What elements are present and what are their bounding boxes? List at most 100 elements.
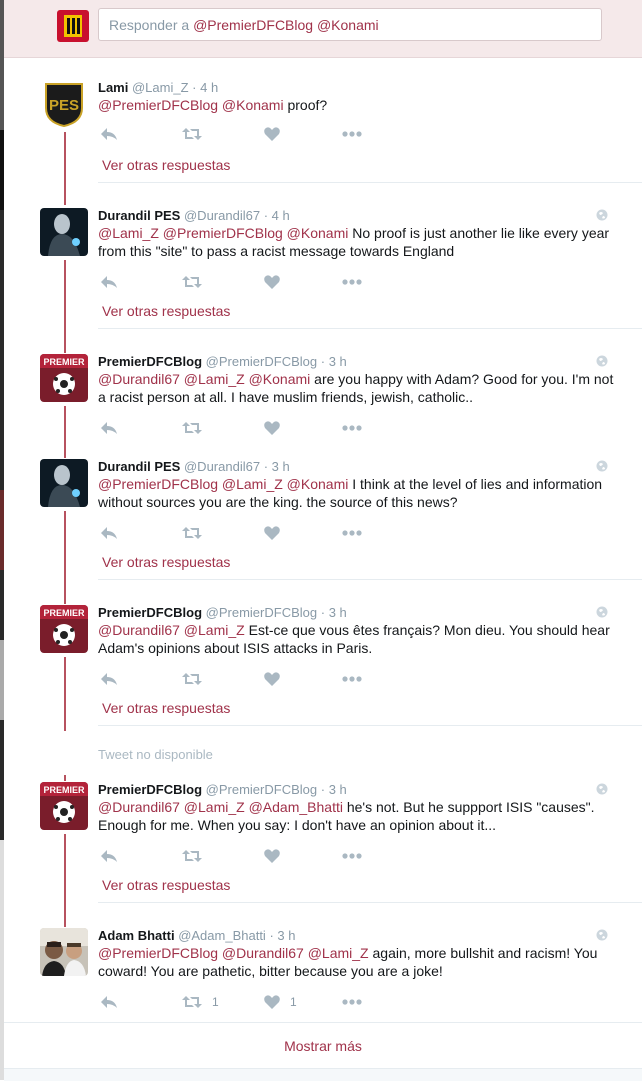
retweet-icon[interactable] [182, 670, 212, 688]
tweet[interactable]: Durandil PES @Durandil67 · 3 h @PremierD… [4, 459, 642, 585]
timestamp[interactable]: 3 h [277, 928, 295, 943]
view-more-replies-link[interactable]: Ver otras respuestas [102, 554, 230, 570]
author-name[interactable]: PremierDFCBlog [98, 605, 202, 620]
globe-icon [596, 605, 608, 618]
timestamp[interactable]: 4 h [272, 208, 290, 223]
avatar[interactable]: PREMIER [40, 354, 88, 402]
author-handle[interactable]: @Lami_Z [132, 80, 189, 95]
show-more-button[interactable]: Mostrar más [4, 1022, 642, 1069]
retweet-count: 1 [212, 995, 219, 1009]
view-more-replies-link[interactable]: Ver otras respuestas [102, 700, 230, 716]
svg-text:PES: PES [49, 97, 79, 114]
reply-input[interactable]: Responder a @PremierDFCBlog @Konami [98, 8, 602, 41]
divider [98, 902, 642, 903]
author-handle[interactable]: @PremierDFCBlog [206, 605, 317, 620]
author-name[interactable]: Lami [98, 80, 128, 95]
view-more-replies-link[interactable]: Ver otras respuestas [102, 303, 230, 319]
retweet-icon[interactable] [182, 273, 212, 291]
like-icon[interactable] [264, 273, 290, 291]
globe-icon [596, 208, 608, 221]
like-icon[interactable] [264, 524, 290, 542]
like-icon[interactable] [264, 847, 290, 865]
my-avatar [57, 10, 89, 42]
reply-icon[interactable] [100, 524, 118, 542]
mentions[interactable]: @PremierDFCBlog @Durandil67 @Lami_Z [98, 945, 369, 961]
mentions[interactable]: @PremierDFCBlog @Lami_Z @Konami [98, 476, 348, 492]
avatar[interactable]: PREMIER [40, 605, 88, 653]
tweet[interactable]: Adam Bhatti @Adam_Bhatti · 3 h @PremierD… [4, 928, 642, 1020]
tweet[interactable]: PREMIER PremierDFCBlog @PremierDFCBlog ·… [4, 354, 642, 444]
author-handle[interactable]: @Durandil67 [184, 459, 260, 474]
more-icon[interactable] [342, 125, 362, 143]
more-icon[interactable] [342, 419, 362, 437]
author-name[interactable]: Adam Bhatti [98, 928, 175, 943]
tweet-text: @PremierDFCBlog @Konami proof? [98, 96, 618, 114]
svg-text:PREMIER: PREMIER [43, 608, 85, 618]
more-icon[interactable] [342, 847, 362, 865]
tweet-text: @Durandil67 @Lami_Z @Konami are you happ… [98, 370, 618, 406]
divider [98, 579, 642, 580]
more-icon[interactable] [342, 670, 362, 688]
tweet[interactable]: PES Lami @Lami_Z · 4 h @PremierDFCBlog @… [4, 80, 642, 190]
mentions[interactable]: @Durandil67 @Lami_Z @Konami [98, 371, 310, 387]
tweet[interactable]: PREMIER PremierDFCBlog @PremierDFCBlog ·… [4, 782, 642, 908]
reply-icon[interactable] [100, 419, 118, 437]
timestamp[interactable]: 4 h [200, 80, 218, 95]
retweet-icon[interactable] [182, 524, 212, 542]
reply-icon[interactable] [100, 273, 118, 291]
author-name[interactable]: Durandil PES [98, 208, 180, 223]
tweet-actions: 1 1 [100, 993, 400, 1011]
mentions[interactable]: @PremierDFCBlog @Konami [98, 97, 284, 113]
tweet-text: @Lami_Z @PremierDFCBlog @Konami No proof… [98, 224, 618, 260]
tweet[interactable]: PREMIER PremierDFCBlog @PremierDFCBlog ·… [4, 605, 642, 731]
timestamp[interactable]: 3 h [329, 354, 347, 369]
view-more-replies-link[interactable]: Ver otras respuestas [102, 877, 230, 893]
timestamp[interactable]: 3 h [329, 605, 347, 620]
like-count: 1 [290, 995, 297, 1009]
tweet-text: @PremierDFCBlog @Durandil67 @Lami_Z agai… [98, 944, 618, 980]
timestamp[interactable]: 3 h [329, 782, 347, 797]
reply-icon[interactable] [100, 670, 118, 688]
author-handle[interactable]: @Durandil67 [184, 208, 260, 223]
tweet-text: @PremierDFCBlog @Lami_Z @Konami I think … [98, 475, 618, 511]
view-more-replies-link[interactable]: Ver otras respuestas [102, 157, 230, 173]
retweet-icon[interactable] [182, 125, 212, 143]
divider [98, 328, 642, 329]
avatar[interactable] [40, 459, 88, 507]
avatar[interactable] [40, 208, 88, 256]
reply-icon[interactable] [100, 125, 118, 143]
tweet-actions [100, 419, 400, 437]
tweet-actions [100, 273, 400, 291]
avatar[interactable]: PREMIER [40, 782, 88, 830]
mentions[interactable]: @Durandil67 @Lami_Z [98, 622, 245, 638]
more-icon[interactable] [342, 273, 362, 291]
tweet-actions [100, 670, 400, 688]
reply-icon[interactable] [100, 993, 118, 1011]
retweet-icon[interactable] [182, 419, 212, 437]
author-handle[interactable]: @Adam_Bhatti [178, 928, 266, 943]
like-icon[interactable]: 1 [264, 993, 297, 1011]
author-handle[interactable]: @PremierDFCBlog [206, 354, 317, 369]
more-icon[interactable] [342, 993, 362, 1011]
like-icon[interactable] [264, 125, 290, 143]
author-name[interactable]: PremierDFCBlog [98, 354, 202, 369]
bottom-edge [4, 1068, 642, 1081]
tweet[interactable]: Durandil PES @Durandil67 · 4 h @Lami_Z @… [4, 208, 642, 334]
author-handle[interactable]: @PremierDFCBlog [206, 782, 317, 797]
globe-icon [596, 782, 608, 795]
reply-icon[interactable] [100, 847, 118, 865]
like-icon[interactable] [264, 419, 290, 437]
avatar[interactable] [40, 928, 88, 976]
mentions[interactable]: @Lami_Z @PremierDFCBlog @Konami [98, 225, 348, 241]
mentions[interactable]: @Durandil67 @Lami_Z @Adam_Bhatti [98, 799, 343, 815]
author-name[interactable]: PremierDFCBlog [98, 782, 202, 797]
retweet-icon[interactable]: 1 [182, 993, 219, 1011]
tweet-text: @Durandil67 @Lami_Z Est-ce que vous êtes… [98, 621, 618, 657]
author-name[interactable]: Durandil PES [98, 459, 180, 474]
like-icon[interactable] [264, 670, 290, 688]
more-icon[interactable] [342, 524, 362, 542]
retweet-icon[interactable] [182, 847, 212, 865]
divider [98, 182, 642, 183]
timestamp[interactable]: 3 h [272, 459, 290, 474]
avatar[interactable]: PES [40, 80, 88, 128]
